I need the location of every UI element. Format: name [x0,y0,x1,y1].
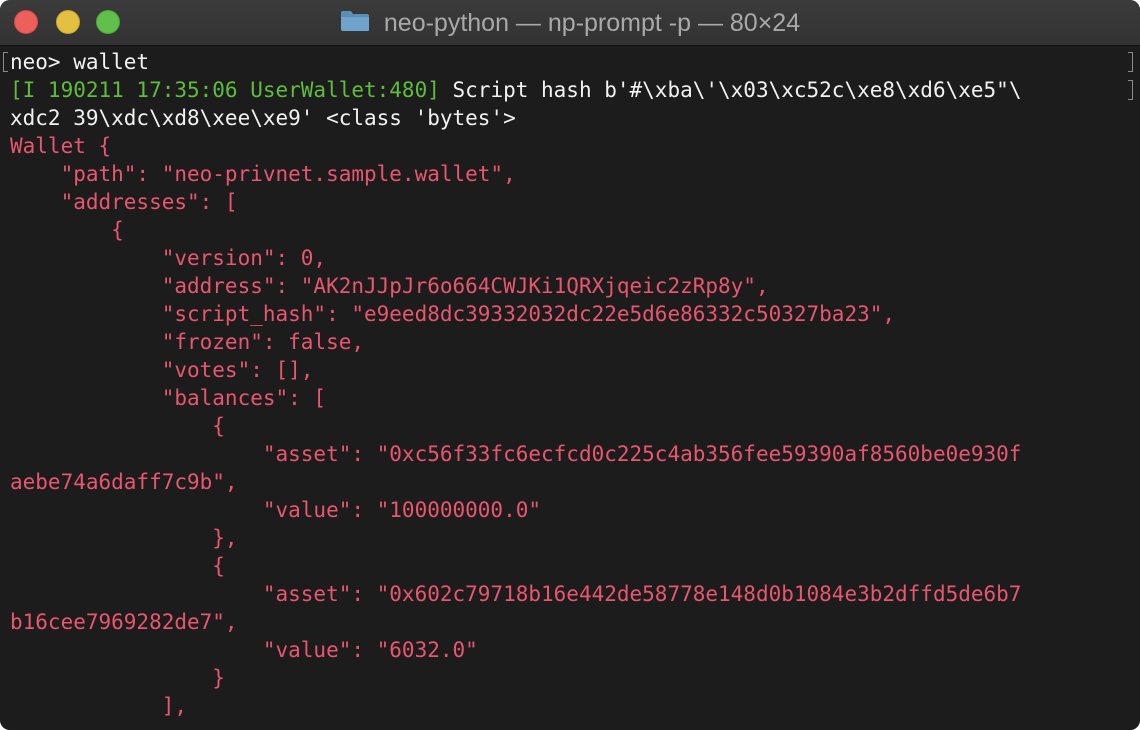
terminal-text-segment: "asset": "0xc56f33fc6ecfcd0c225c4ab356fe… [10,442,1022,466]
terminal-text-segment: Script hash b'#\xba\'\x03\xc52c\xe8\xd6\… [439,78,1022,102]
terminal-text-segment: "path": "neo-privnet.sample.wallet", [10,162,516,186]
terminal-line: { [10,412,225,440]
terminal-line: { [10,216,124,244]
terminal-text-segment: "asset": "0x602c79718b16e442de58778e148d… [10,582,1022,606]
terminal-output[interactable]: neo> wallet [I 190211 17:35:06 UserWallet… [0,46,1140,730]
terminal-text-segment: "value": "6032.0" [10,638,478,662]
terminal-line: "value": "100000000.0" [10,496,541,524]
terminal-line: ], [10,692,187,720]
terminal-text-segment: aebe74a6daff7c9b", [10,470,238,494]
terminal-text-segment: "frozen": false, [10,330,365,354]
terminal-text-segment: ], [10,694,188,718]
terminal-text-segment: xdc2 39\xdc\xd8\xee\xe9' <class 'bytes'> [10,106,516,130]
line-marker [1128,80,1133,100]
terminal-text-segment: "votes": [], [10,358,314,382]
terminal-line: "version": 0, [10,244,326,272]
terminal-text-segment: "address": "AK2nJJpJr6o664CWJKi1QRXjqeic… [10,274,769,298]
terminal-text-segment: b16cee7969282de7", [10,610,238,634]
terminal-text-segment: Wallet { [10,134,112,158]
close-button[interactable] [14,10,38,34]
terminal-line: }, [10,524,238,552]
terminal-line: "asset": "0x602c79718b16e442de58778e148d… [10,580,1022,608]
terminal-text-segment: "value": "100000000.0" [10,498,542,522]
window-title-group: neo-python — np-prompt -p — 80×24 [340,0,800,46]
terminal-text-segment: "script_hash": "e9eed8dc39332032dc22e5d6… [10,302,896,326]
terminal-text-segment: "version": 0, [10,246,327,270]
terminal-text-segment: }, [10,526,238,550]
terminal-text-segment: { [10,218,124,242]
terminal-text-segment: "addresses": [ [10,190,238,214]
minimize-button[interactable] [56,10,80,34]
terminal-line: "script_hash": "e9eed8dc39332032dc22e5d6… [10,300,895,328]
title-bar[interactable]: neo-python — np-prompt -p — 80×24 [0,0,1140,46]
terminal-line: "path": "neo-privnet.sample.wallet", [10,160,516,188]
terminal-line: [I 190211 17:35:06 UserWallet:480] Scrip… [10,76,1021,104]
terminal-text-segment: neo> wallet [10,50,150,74]
zoom-button[interactable] [96,10,120,34]
terminal-line: "balances": [ [10,384,326,412]
terminal-line: "asset": "0xc56f33fc6ecfcd0c225c4ab356fe… [10,440,1022,468]
terminal-line: neo> wallet [10,48,149,76]
terminal-line: b16cee7969282de7", [10,608,238,636]
window-title: neo-python — np-prompt -p — 80×24 [383,8,801,37]
terminal-line: Wallet { [10,132,111,160]
selection-marker-right [1128,52,1133,72]
terminal-line: "frozen": false, [10,328,364,356]
selection-marker-left [3,52,8,72]
terminal-text-segment: { [10,554,225,578]
terminal-line: } [10,664,225,692]
terminal-line: "addresses": [ [10,188,238,216]
folder-icon [340,11,369,32]
terminal-line: aebe74a6daff7c9b", [10,468,238,496]
terminal-line: "votes": [], [10,356,314,384]
terminal-text-segment: [I 190211 17:35:06 UserWallet:480] [10,78,440,102]
terminal-window: neo-python — np-prompt -p — 80×24 neo> w… [0,0,1140,730]
terminal-text-segment: } [10,666,225,690]
terminal-text-segment: { [10,414,225,438]
terminal-line: xdc2 39\xdc\xd8\xee\xe9' <class 'bytes'> [10,104,516,132]
terminal-line: "value": "6032.0" [10,636,478,664]
terminal-line: { [10,552,225,580]
terminal-line: "address": "AK2nJJpJr6o664CWJKi1QRXjqeic… [10,272,769,300]
terminal-text-segment: "balances": [ [10,386,327,410]
